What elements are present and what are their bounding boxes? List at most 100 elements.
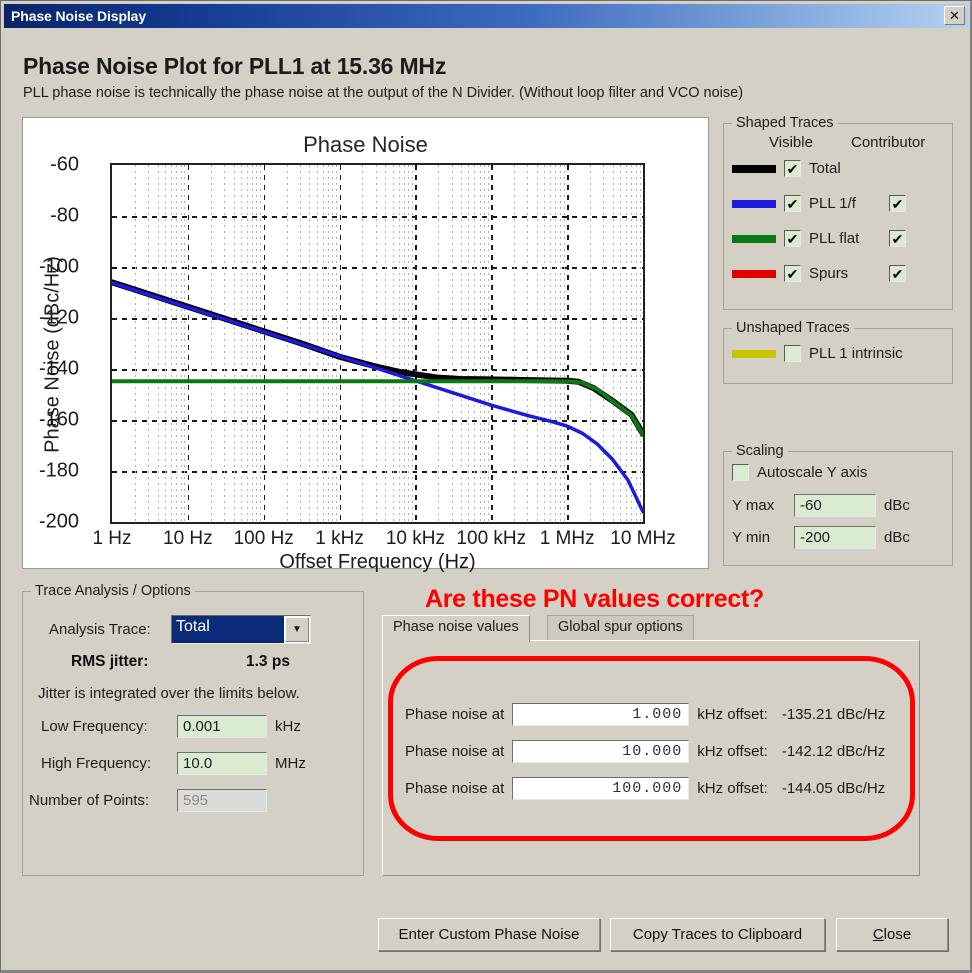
tab-phase-noise-values[interactable]: Phase noise values xyxy=(382,615,530,642)
x-tick-label: 1 kHz xyxy=(315,528,364,549)
rms-jitter-value: 1.3 ps xyxy=(246,653,290,670)
trace-label: PLL 1/f xyxy=(809,195,856,212)
close-button-label: Close xyxy=(873,926,911,943)
shaped-trace-row: ✔ Total xyxy=(732,160,841,177)
chart-title: Phase Noise xyxy=(303,132,428,157)
close-accel: C xyxy=(872,926,884,943)
phase-noise-result-value: -135.21 dBc/Hz xyxy=(781,706,886,723)
low-frequency-label: Low Frequency: xyxy=(41,718,148,735)
chevron-down-icon[interactable]: ▼ xyxy=(285,617,309,642)
autoscale-label: Autoscale Y axis xyxy=(757,464,868,481)
unshaped-trace-row: PLL 1 intrinsic xyxy=(732,345,903,362)
phase-noise-row: Phase noise at kHz offset: -144.05 dBc/Hz xyxy=(405,777,885,800)
shaped-traces-group: Shaped Traces Visible Contributor ✔ Total… xyxy=(723,115,953,310)
trace-color-swatch xyxy=(732,349,776,358)
analysis-trace-select[interactable]: Total ▼ xyxy=(171,615,311,644)
trace-color-swatch xyxy=(732,269,776,278)
phase-noise-prefix-label: Phase noise at xyxy=(405,780,505,797)
y-tick-label: -60 xyxy=(50,153,79,176)
page-subtitle: PLL phase noise is technically the phase… xyxy=(23,85,744,101)
phase-noise-offset-unit-label: kHz offset: xyxy=(697,706,768,723)
trace-visible-checkbox[interactable]: ✔ xyxy=(784,230,801,247)
chart-series-pll-1-f xyxy=(112,281,643,514)
annotation-text: Are these PN values correct? xyxy=(425,585,764,613)
unshaped-traces-legend: Unshaped Traces xyxy=(732,320,854,336)
low-frequency-row: Low Frequency: kHz xyxy=(41,715,301,738)
trace-visible-checkbox[interactable]: ✔ xyxy=(784,160,801,177)
ymin-input[interactable] xyxy=(794,526,876,549)
autoscale-row[interactable]: Autoscale Y axis xyxy=(732,464,867,481)
ymax-label: Y max xyxy=(732,497,775,514)
y-tick-label: -120 xyxy=(38,306,79,329)
close-icon[interactable]: ✕ xyxy=(944,6,965,25)
phase-noise-offset-input[interactable] xyxy=(512,740,690,763)
phase-noise-result-value: -142.12 dBc/Hz xyxy=(781,743,886,760)
shaped-trace-row: ✔ Spurs xyxy=(732,265,848,282)
x-tick-label: 10 kHz xyxy=(385,528,445,549)
phase-noise-values-panel: Phase noise atkHz offset:-135.21 dBc/HzP… xyxy=(382,640,920,876)
phase-noise-offset-unit-label: kHz offset: xyxy=(697,743,768,760)
y-tick-label: -100 xyxy=(38,255,79,278)
high-frequency-input[interactable] xyxy=(177,752,267,775)
tab-global-spur-options[interactable]: Global spur options xyxy=(547,615,694,641)
ymin-unit: dBc xyxy=(884,529,910,546)
enter-custom-phase-noise-button[interactable]: Enter Custom Phase Noise xyxy=(378,918,600,951)
ymin-label: Y min xyxy=(732,529,771,546)
shaped-trace-row: ✔ PLL flat xyxy=(732,230,859,247)
phase-noise-prefix-label: Phase noise at xyxy=(405,706,505,723)
shaped-traces-contributor-header: Contributor xyxy=(851,134,926,151)
autoscale-checkbox[interactable] xyxy=(732,464,749,481)
x-tick-label: 100 kHz xyxy=(456,528,527,549)
low-frequency-input[interactable] xyxy=(177,715,267,738)
x-tick-label: 100 Hz xyxy=(233,528,294,549)
ymax-input[interactable] xyxy=(794,494,876,517)
tabstrip: Phase noise values Global spur options xyxy=(382,615,920,642)
phase-noise-row: Phase noise at kHz offset: -135.21 dBc/Hz xyxy=(405,703,885,726)
chart-traces xyxy=(112,279,643,514)
x-tick-label: 1 Hz xyxy=(92,528,132,549)
trace-contributor-checkbox[interactable]: ✔ xyxy=(889,265,906,282)
close-button[interactable]: Close xyxy=(836,918,948,951)
trace-label: Spurs xyxy=(809,265,849,282)
copy-traces-to-clipboard-button[interactable]: Copy Traces to Clipboard xyxy=(610,918,825,951)
phase-noise-prefix-label: Phase noise at xyxy=(405,743,505,760)
shaped-trace-row: ✔ PLL 1/f xyxy=(732,195,856,212)
ymin-row: Y min dBc xyxy=(732,526,910,549)
y-tick-label: -140 xyxy=(38,357,79,380)
trace-visible-checkbox[interactable]: ✔ xyxy=(784,195,801,212)
trace-analysis-legend: Trace Analysis / Options xyxy=(31,583,195,599)
low-frequency-unit: kHz xyxy=(275,718,301,735)
phase-noise-offset-input[interactable] xyxy=(512,703,690,726)
x-tick-label: 10 MHz xyxy=(610,528,676,549)
window-title: Phase Noise Display xyxy=(11,8,147,24)
number-of-points-label: Number of Points: xyxy=(29,792,150,809)
y-tick-label: -200 xyxy=(38,510,79,533)
scaling-legend: Scaling xyxy=(732,443,788,459)
y-tick-label: -160 xyxy=(38,408,79,431)
shaped-traces-visible-header: Visible xyxy=(769,134,813,151)
high-frequency-label: High Frequency: xyxy=(41,755,152,772)
scaling-group: Scaling Autoscale Y axis Y max dBc Y min… xyxy=(723,443,953,566)
shaped-traces-legend: Shaped Traces xyxy=(732,115,838,131)
high-frequency-unit: MHz xyxy=(275,755,306,772)
trace-contributor-checkbox[interactable]: ✔ xyxy=(889,230,906,247)
high-frequency-row: High Frequency: MHz xyxy=(41,752,306,775)
unshaped-traces-group: Unshaped Traces PLL 1 intrinsic xyxy=(723,320,953,384)
number-of-points-input xyxy=(177,789,267,812)
analysis-trace-label: Analysis Trace: xyxy=(49,621,151,638)
chart-x-axis-label: Offset Frequency (Hz) xyxy=(279,551,476,573)
rms-jitter-label: RMS jitter: xyxy=(71,653,149,670)
phase-noise-offset-input[interactable] xyxy=(512,777,690,800)
trace-visible-checkbox[interactable]: ✔ xyxy=(784,265,801,282)
phase-noise-display-window: Phase Noise Display ✕ Phase Noise Plot f… xyxy=(0,0,972,973)
x-tick-label: 10 Hz xyxy=(163,528,213,549)
ymax-row: Y max dBc xyxy=(732,494,910,517)
trace-label: Total xyxy=(809,160,841,177)
trace-color-swatch xyxy=(732,199,776,208)
phase-noise-chart-panel: Phase Noise Phase Noise (dBc/Hz) Offset … xyxy=(22,117,709,573)
number-of-points-row: Number of Points: xyxy=(29,789,267,812)
trace-contributor-checkbox[interactable]: ✔ xyxy=(889,195,906,212)
x-tick-label: 1 MHz xyxy=(539,528,595,549)
trace-label: PLL flat xyxy=(809,230,860,247)
trace-visible-checkbox[interactable] xyxy=(784,345,801,362)
